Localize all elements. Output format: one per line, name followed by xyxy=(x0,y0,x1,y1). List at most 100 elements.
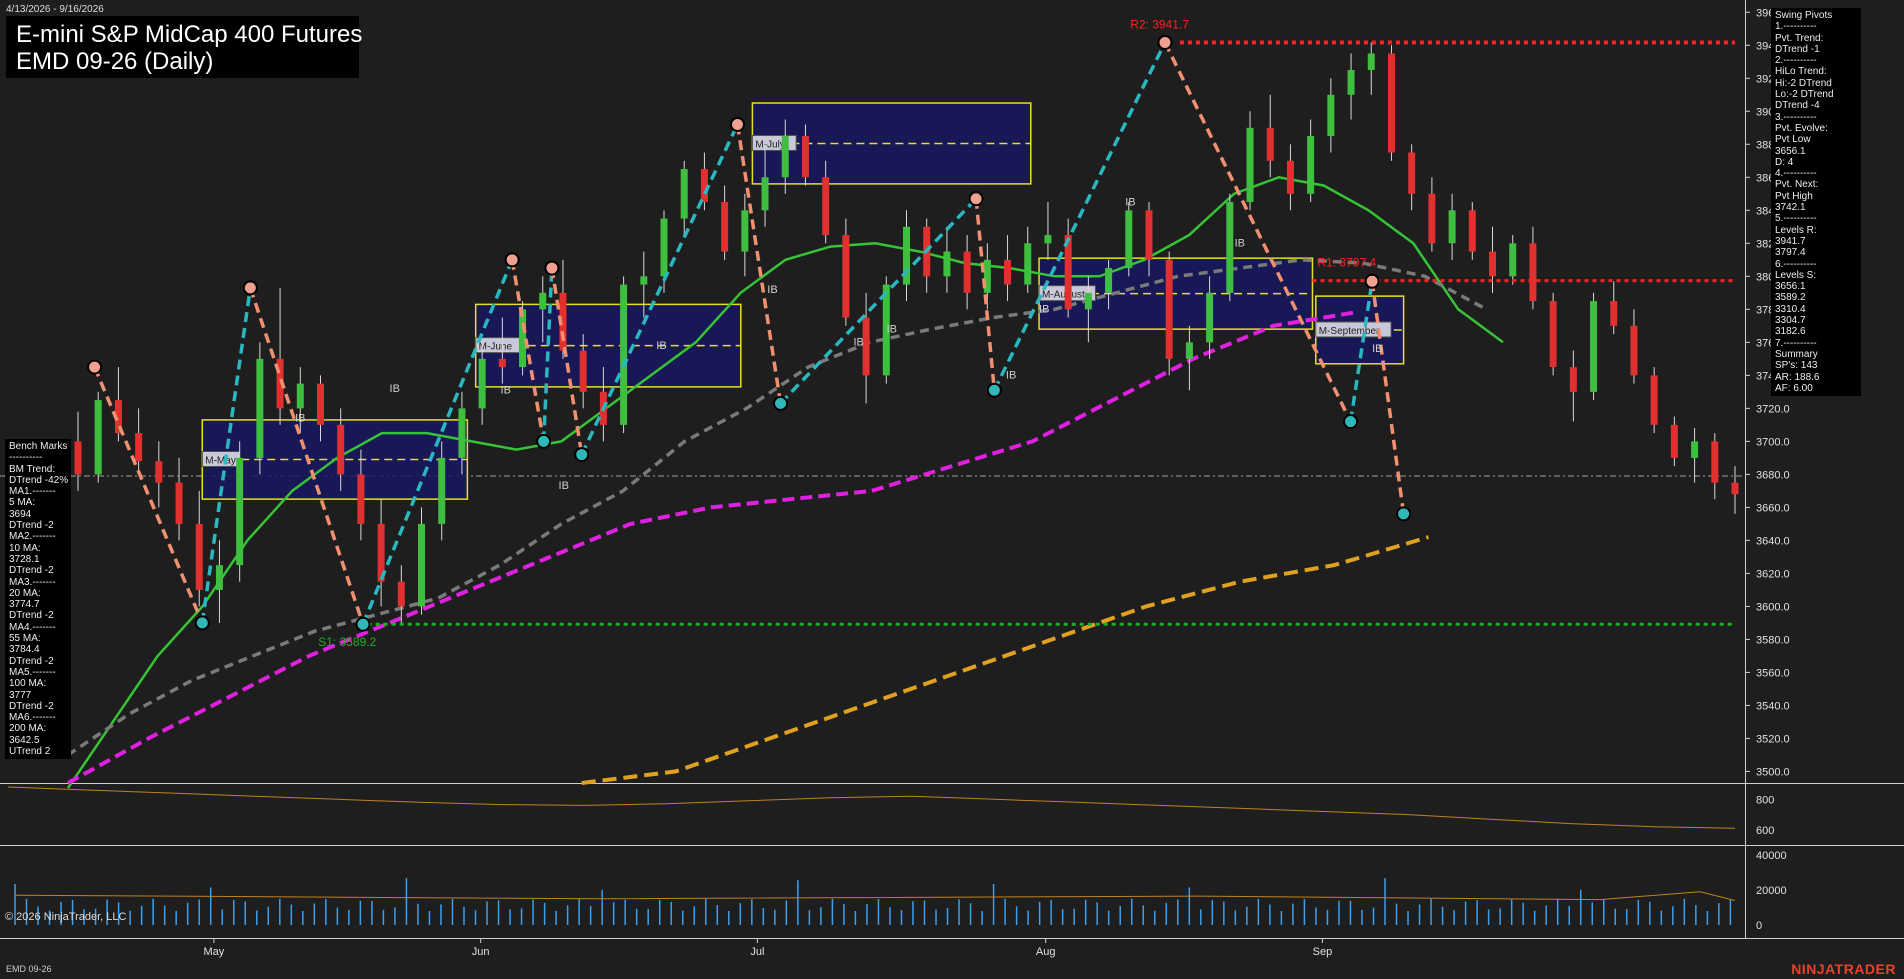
swing-panel-line: Lo:-2 DTrend xyxy=(1775,89,1834,101)
ib-label: IB xyxy=(656,340,666,352)
volume-tick-label: 20000 xyxy=(1756,885,1787,897)
candle-body xyxy=(357,474,365,524)
swing-pivot-dot xyxy=(544,260,560,276)
swing-pivot-dot xyxy=(574,447,590,463)
y-tick-label: 3580.0 xyxy=(1756,634,1790,646)
candle-body xyxy=(438,457,446,524)
candle-body xyxy=(155,461,163,483)
swing-panel-line: Pvt. Evolve: xyxy=(1775,122,1828,134)
swing-pivot-dot xyxy=(1364,273,1380,289)
candle-body xyxy=(1630,325,1638,376)
candle-body xyxy=(1529,243,1537,302)
ma-gray-line xyxy=(67,258,1488,757)
bench-panel-line: 20 MA: xyxy=(9,587,41,599)
candle-body xyxy=(175,482,183,524)
candle-body xyxy=(1549,301,1557,368)
candle-body xyxy=(1468,210,1476,252)
swing-panel-line: Swing Pivots xyxy=(1775,10,1833,21)
candle-body xyxy=(1266,127,1274,161)
ib-label: IB xyxy=(501,385,511,397)
candle-body xyxy=(1105,268,1113,293)
candle-body xyxy=(215,565,223,590)
ib-label: IB xyxy=(1125,196,1135,208)
price-chart[interactable]: 3500.0 3520.0 3540.0 3560.0 3580.0 3600.0 3620… xyxy=(0,0,1904,979)
candle-body xyxy=(1307,136,1315,194)
swing-panel-line: Summary xyxy=(1775,348,1818,360)
bench-panel-line: DTrend -2 xyxy=(9,610,54,622)
swing-panel-line: Pvt. Next: xyxy=(1775,179,1819,191)
y-tick-label: 3560.0 xyxy=(1756,667,1790,679)
ib-label: IB xyxy=(559,480,569,492)
y-tick-label: 3720.0 xyxy=(1756,403,1790,415)
volume-tick-label: 40000 xyxy=(1756,850,1787,862)
swing-panel-line: AF: 6.00 xyxy=(1775,382,1813,394)
candle-body xyxy=(721,202,729,252)
swing-panel-line: 7.---------- xyxy=(1775,337,1817,349)
candle-body xyxy=(842,235,850,318)
y-tick-label: 3540.0 xyxy=(1756,700,1790,712)
swing-panel-line: 5.---------- xyxy=(1775,213,1817,225)
brand-logo: NINJATRADER xyxy=(1791,961,1896,977)
ib-label: IB xyxy=(1372,343,1382,355)
swing-panel-line: 3304.7 xyxy=(1775,315,1806,327)
ib-label: IB xyxy=(767,284,777,296)
ib-label: IB xyxy=(1039,304,1049,316)
candle-body xyxy=(1286,160,1294,194)
indicator-tick-label: 800 xyxy=(1756,794,1774,806)
candle-body xyxy=(519,309,527,368)
x-tick-label: May xyxy=(203,946,224,958)
bench-panel-line: 3777 xyxy=(9,689,32,701)
swing-panel-line: Pvt. Trend: xyxy=(1775,32,1824,44)
bench-panel-line: 3694 xyxy=(9,508,32,520)
swing-panel-line: 4.---------- xyxy=(1775,168,1817,180)
candle-body xyxy=(620,284,628,425)
swing-pivot-dot xyxy=(968,191,984,207)
candle-body xyxy=(1448,210,1456,244)
candle-body xyxy=(418,523,426,607)
swing-pivot-dot xyxy=(504,252,520,268)
bench-panel-line: MA5.------- xyxy=(9,666,56,678)
swing-panel-line: 1.---------- xyxy=(1775,21,1817,33)
ib-label: IB xyxy=(887,323,897,335)
candle-body xyxy=(822,177,830,236)
candle-body xyxy=(781,136,789,178)
instrument-label: EMD 09-26 xyxy=(6,964,52,974)
swing-panel-line: 3797.4 xyxy=(1775,247,1806,259)
y-tick-label: 3700.0 xyxy=(1756,436,1790,448)
swing-leg xyxy=(992,41,1167,391)
swing-panel-line: SP's: 143 xyxy=(1775,360,1818,372)
candle-body xyxy=(1226,202,1234,293)
candle-body xyxy=(256,358,264,458)
candle-body xyxy=(1569,367,1577,392)
candle-body xyxy=(801,136,809,178)
copyright: © 2026 NinjaTrader, LLC xyxy=(5,911,127,923)
y-tick-label: 3660.0 xyxy=(1756,502,1790,514)
candle-body xyxy=(1004,259,1012,285)
monthly-box-label: M-August xyxy=(1042,290,1085,301)
candle-body xyxy=(1084,292,1092,310)
swing-panel-line: 6.---------- xyxy=(1775,258,1817,270)
bench-panel-line: DTrend -2 xyxy=(9,565,54,577)
candle-body xyxy=(1408,152,1416,194)
candle-body xyxy=(640,276,648,285)
candle-body xyxy=(236,457,244,566)
x-tick-label: Sep xyxy=(1313,946,1333,958)
swing-pivot-dot xyxy=(87,359,103,375)
ib-label: IB xyxy=(1235,238,1245,250)
candle-body xyxy=(1024,243,1032,285)
x-tick-label: Jul xyxy=(750,946,764,958)
candle-body xyxy=(1185,342,1193,359)
candle-body xyxy=(1347,70,1355,95)
swing-pivot-dot xyxy=(536,433,552,449)
swing-panel-line: 3182.6 xyxy=(1775,326,1806,338)
swing-pivot-dot xyxy=(773,395,789,411)
swing-panel-line: 3.---------- xyxy=(1775,111,1817,123)
level-label: R1: 3797.4 xyxy=(1317,256,1376,270)
bench-marks-panel: Bench Marks ---------- BM Trend: DTrend -42… xyxy=(5,439,71,760)
candle-body xyxy=(1145,210,1153,260)
swing-pivot-dot xyxy=(242,280,258,296)
candle-body xyxy=(1428,193,1436,244)
swing-panel-line: 3656.1 xyxy=(1775,281,1806,293)
date-range: 4/13/2026 - 9/16/2026 xyxy=(6,4,104,15)
candle-body xyxy=(195,523,203,590)
